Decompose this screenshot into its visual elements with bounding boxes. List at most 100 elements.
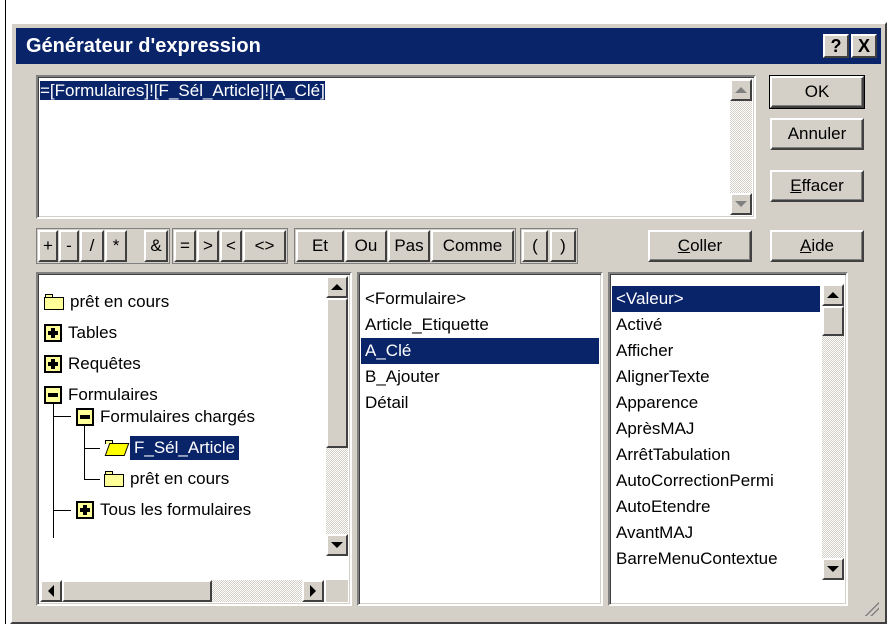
paste-label-accel: C [677, 236, 691, 255]
arrow-left-icon [48, 585, 54, 597]
expression-vscrollbar[interactable] [730, 79, 752, 215]
folder-icon [44, 294, 64, 310]
tree-item-label: Formulaires chargés [100, 407, 255, 426]
properties-list-items: <Valeur> Activé Afficher AlignerTexte Appare… [612, 286, 820, 572]
tree-item-label: Formulaires [68, 385, 158, 404]
paste-button[interactable]: Coller [648, 230, 752, 262]
folder-tree[interactable]: prêt en cours Tables Requêtes Formulaire… [36, 272, 352, 606]
scroll-thumb[interactable] [62, 580, 212, 602]
scroll-thumb[interactable] [822, 306, 844, 336]
tree-connector-line [53, 510, 71, 511]
list-item[interactable]: Article_Etiquette [361, 312, 599, 338]
tree-connector-line [84, 424, 85, 480]
list-item[interactable]: Activé [612, 312, 820, 338]
tree-item-label: prêt en cours [130, 469, 230, 488]
tree-item[interactable]: prêt en cours [104, 465, 229, 493]
expression-text: =[Formulaires]![F_Sél_Article]![A_Clé] [40, 81, 325, 100]
tree-item-label: Tous les formulaires [100, 500, 252, 519]
tree-item[interactable]: Requêtes [44, 350, 141, 378]
clear-label-accel: E [790, 176, 802, 195]
controls-list-items: <Formulaire> Article_Etiquette A_Clé B_Ajou… [361, 286, 599, 416]
operator-comme-button[interactable]: Comme [431, 230, 514, 262]
open-folder-icon [104, 440, 130, 456]
scroll-right-button[interactable] [302, 580, 324, 602]
ok-button[interactable]: OK [769, 75, 865, 109]
tree-item[interactable]: Formulaires chargés [76, 403, 255, 431]
operator-divide-button[interactable]: / [80, 230, 104, 262]
arrow-down-icon [735, 201, 747, 207]
expand-plus-icon[interactable] [76, 501, 94, 519]
scroll-up-button[interactable] [730, 79, 752, 101]
expand-plus-icon[interactable] [44, 355, 62, 373]
expression-textbox[interactable]: =[Formulaires]![F_Sél_Article]![A_Clé] [36, 75, 756, 219]
arrow-right-icon [310, 585, 316, 597]
tree-item[interactable]: Tables [44, 319, 117, 347]
operator-plus-button[interactable]: + [38, 230, 58, 262]
tree-item[interactable]: prêt en cours [44, 288, 169, 316]
tree-connector-line [84, 479, 100, 480]
scroll-down-button[interactable] [730, 193, 752, 215]
operator-not-equal-button[interactable]: <> [243, 230, 286, 262]
help-label-accel: A [799, 236, 812, 255]
tree-connector-line [84, 448, 100, 449]
list-item[interactable]: AutoEtendre [612, 494, 820, 520]
list-item[interactable]: AvantMAJ [612, 520, 820, 546]
properties-vscrollbar[interactable] [822, 284, 844, 580]
list-item[interactable]: AprèsMAJ [612, 416, 820, 442]
list-item[interactable]: Apparence [612, 390, 820, 416]
tree-vscrollbar[interactable] [326, 276, 348, 556]
list-item[interactable]: AutoCorrectionPermi [612, 468, 820, 494]
operator-concat-button[interactable]: & [144, 230, 168, 262]
tree-item-label: Tables [68, 323, 118, 342]
desktop-edge [0, 0, 6, 624]
scroll-down-button[interactable] [822, 558, 844, 580]
list-item[interactable]: <Valeur> [612, 286, 820, 312]
operator-open-paren-button[interactable]: ( [522, 230, 548, 262]
scroll-corner [326, 580, 348, 602]
clear-button[interactable]: Effacer [770, 170, 864, 202]
operator-minus-button[interactable]: - [59, 230, 79, 262]
operator-ou-button[interactable]: Ou [345, 230, 387, 262]
scroll-down-button[interactable] [326, 534, 348, 556]
operator-equal-button[interactable]: = [174, 230, 196, 262]
tree-hscrollbar[interactable] [40, 580, 324, 602]
controls-list[interactable]: <Formulaire> Article_Etiquette A_Clé B_Ajou… [357, 272, 603, 606]
list-item[interactable]: B_Ajouter [361, 364, 599, 390]
operator-pas-button[interactable]: Pas [388, 230, 430, 262]
operator-et-button[interactable]: Et [296, 230, 344, 262]
scroll-up-button[interactable] [326, 276, 348, 298]
list-item[interactable]: A_Clé [361, 338, 599, 364]
scroll-thumb[interactable] [326, 298, 348, 448]
help-text-button[interactable]: Aide [770, 230, 864, 262]
list-item[interactable]: BarreMenuContextue [612, 546, 820, 572]
operator-close-paren-button[interactable]: ) [550, 230, 576, 262]
operator-greater-button[interactable]: > [197, 230, 219, 262]
resize-grip-icon[interactable] [863, 600, 879, 616]
arrow-down-icon [827, 566, 839, 572]
tree-connector-line [53, 402, 54, 538]
list-item[interactable]: <Formulaire> [361, 286, 599, 312]
list-item[interactable]: Détail [361, 390, 599, 416]
window-title: Générateur d'expression [26, 34, 261, 57]
list-item[interactable]: Afficher [612, 338, 820, 364]
scroll-left-button[interactable] [40, 580, 62, 602]
tree-item-selected[interactable]: F_Sél_Article [104, 434, 240, 462]
list-item[interactable]: ArrêtTabulation [612, 442, 820, 468]
close-button[interactable]: X [851, 34, 877, 58]
arrow-up-icon [331, 284, 343, 290]
folder-icon [104, 471, 124, 487]
tree-item-label: Requêtes [68, 354, 141, 373]
operator-multiply-button[interactable]: * [105, 230, 127, 262]
expand-plus-icon[interactable] [44, 324, 62, 342]
tree-item[interactable]: Tous les formulaires [76, 496, 251, 524]
help-button[interactable]: ? [823, 34, 849, 58]
scroll-up-button[interactable] [822, 284, 844, 306]
properties-list[interactable]: <Valeur> Activé Afficher AlignerTexte Appare… [608, 272, 848, 606]
cancel-button[interactable]: Annuler [770, 118, 864, 150]
operator-less-button[interactable]: < [220, 230, 242, 262]
arrow-down-icon [331, 542, 343, 548]
collapse-minus-icon[interactable] [76, 408, 94, 426]
title-bar[interactable]: Générateur d'expression ? X [16, 28, 881, 64]
paste-label: oller [690, 236, 723, 255]
list-item[interactable]: AlignerTexte [612, 364, 820, 390]
